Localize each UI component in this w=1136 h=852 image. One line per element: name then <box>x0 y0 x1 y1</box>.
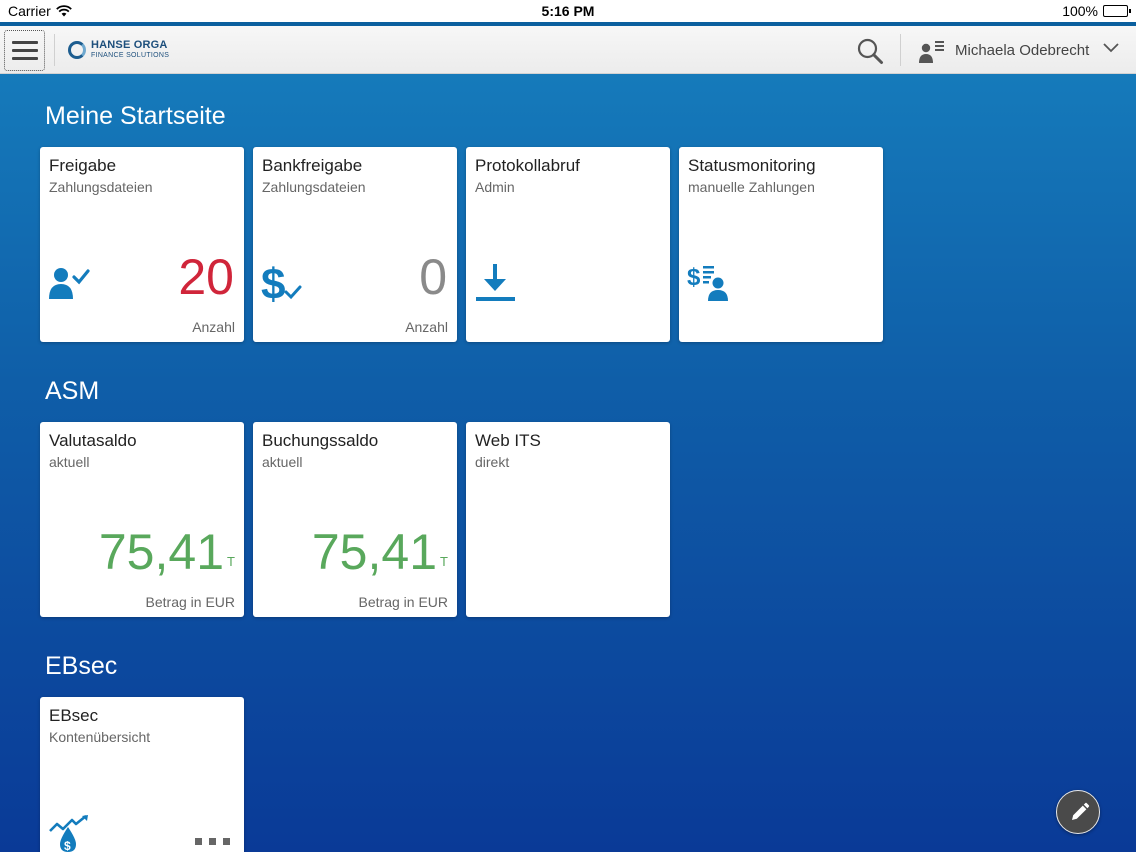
tile-buchungssaldo[interactable]: Buchungssaldo aktuell 75,41 T Betrag in … <box>253 422 457 617</box>
chevron-down-icon[interactable] <box>1102 41 1120 55</box>
svg-text:$: $ <box>64 839 71 852</box>
tile-title: Bankfreigabe <box>262 156 363 175</box>
group-title-ebsec: EBsec <box>45 652 118 680</box>
status-bar: Carrier 5:16 PM 100% <box>0 0 1136 22</box>
tile-web-its[interactable]: Web ITS direkt <box>466 422 670 617</box>
tile-amount-scale: T <box>440 554 448 569</box>
tile-footer: Betrag in EUR <box>358 594 448 610</box>
battery-icon <box>1103 5 1131 17</box>
tile-subtitle: direkt <box>475 454 510 470</box>
tile-subtitle: Admin <box>475 179 515 195</box>
group-title-asm: ASM <box>45 377 100 405</box>
tile-ebsec[interactable]: EBsec Kontenübersicht $ <box>40 697 244 852</box>
menu-button[interactable] <box>4 30 45 71</box>
tile-subtitle: Zahlungsdateien <box>262 179 366 195</box>
tile-subtitle: Kontenübersicht <box>49 729 151 745</box>
tile-title: Statusmonitoring <box>688 156 816 175</box>
tile-footer: Anzahl <box>405 319 448 335</box>
svg-text:$: $ <box>687 264 701 291</box>
tile-count: 20 <box>178 249 234 305</box>
tile-title: Web ITS <box>475 431 541 450</box>
clock: 5:16 PM <box>541 3 595 19</box>
search-button[interactable] <box>856 37 884 65</box>
download-icon <box>474 261 518 310</box>
logo-ring-icon <box>68 41 86 59</box>
edit-home-button[interactable] <box>1056 790 1100 834</box>
tile-subtitle: aktuell <box>49 454 90 470</box>
user-name[interactable]: Michaela Odebrecht <box>955 42 1089 59</box>
user-account-icon[interactable] <box>918 39 946 65</box>
dollar-check-icon: $ <box>261 259 307 310</box>
tile-protokollabruf[interactable]: Protokollabruf Admin <box>466 147 670 342</box>
tile-amount-scale: T <box>227 554 235 569</box>
pencil-icon <box>1072 802 1090 820</box>
tile-footer: Anzahl <box>192 319 235 335</box>
more-options-icon[interactable] <box>195 838 230 845</box>
logo-line2: FINANCE SOLUTIONS <box>91 52 170 59</box>
user-check-icon <box>48 265 92 306</box>
header-divider <box>900 34 901 66</box>
tile-freigabe[interactable]: Freigabe Zahlungsdateien 20 Anzahl <box>40 147 244 342</box>
tile-amount: 75,41 <box>98 524 224 580</box>
tile-footer: Betrag in EUR <box>145 594 235 610</box>
tile-title: Valutasaldo <box>49 431 137 450</box>
tile-bankfreigabe[interactable]: Bankfreigabe Zahlungsdateien $ 0 Anzahl <box>253 147 457 342</box>
search-icon <box>857 38 883 64</box>
tile-title: Protokollabruf <box>475 156 580 175</box>
hamburger-icon <box>11 41 38 44</box>
tile-valutasaldo[interactable]: Valutasaldo aktuell 75,41 T Betrag in EU… <box>40 422 244 617</box>
tile-subtitle: manuelle Zahlungen <box>688 179 815 195</box>
tile-amount: 75,41 <box>311 524 437 580</box>
svg-text:$: $ <box>261 260 285 305</box>
tile-subtitle: Zahlungsdateien <box>49 179 153 195</box>
logo-line1: HANSE ORGA <box>91 39 168 51</box>
payment-monitor-icon: $ <box>687 261 731 308</box>
tile-subtitle: aktuell <box>262 454 303 470</box>
battery-percentage: 100% <box>1062 3 1098 19</box>
tile-title: Buchungssaldo <box>262 431 379 450</box>
group-title-meine-startseite: Meine Startseite <box>45 102 226 130</box>
header-divider <box>54 34 55 66</box>
money-trend-icon: $ <box>48 814 92 852</box>
tile-title: Freigabe <box>49 156 117 175</box>
tile-count: 0 <box>419 249 447 305</box>
tile-statusmonitoring[interactable]: Statusmonitoring manuelle Zahlungen $ <box>679 147 883 342</box>
app-header: HANSE ORGA FINANCE SOLUTIONS Michaela Od… <box>0 26 1136 74</box>
tile-title: EBsec <box>49 706 99 725</box>
